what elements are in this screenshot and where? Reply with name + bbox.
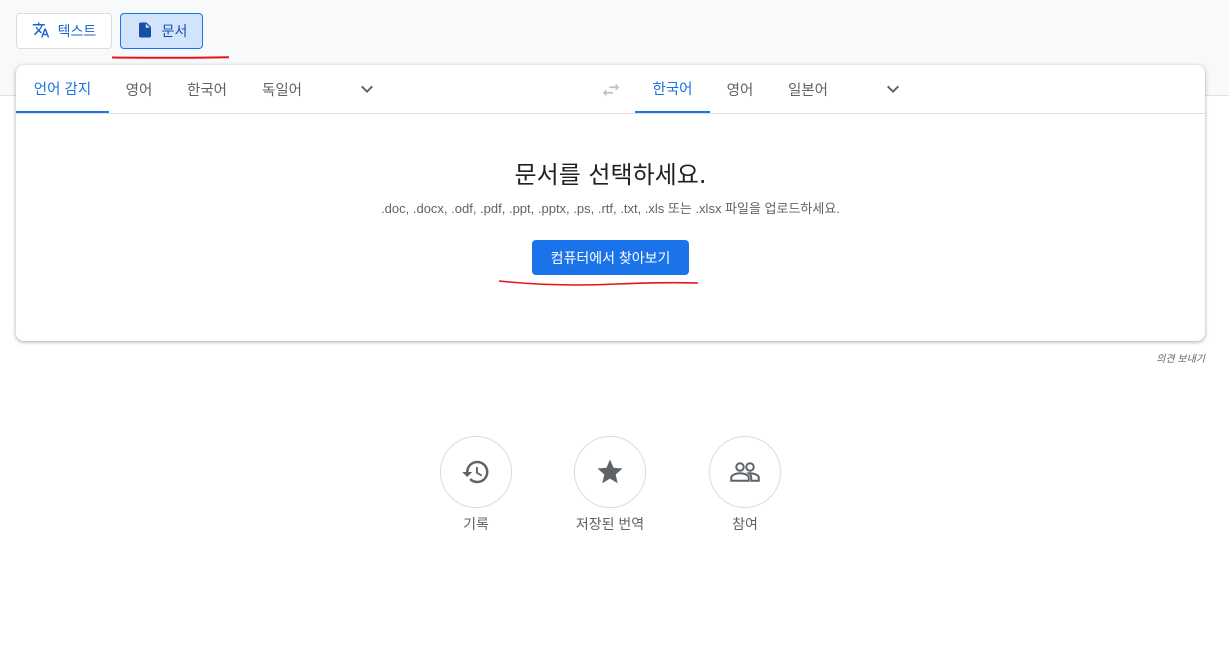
document-icon	[136, 21, 154, 42]
history-button[interactable]	[440, 436, 512, 508]
source-lang-tab[interactable]: 한국어	[169, 65, 245, 113]
contribute-button[interactable]	[709, 436, 781, 508]
source-lang-tab[interactable]: 영어	[109, 65, 169, 113]
text-mode-button[interactable]: 텍스트	[16, 13, 112, 49]
chevron-down-icon[interactable]	[881, 77, 905, 101]
quick-action-contribute: 참여	[709, 436, 781, 532]
translate-icon	[32, 21, 50, 42]
red-annotation-underline	[111, 56, 230, 59]
source-lang-tab[interactable]: 독일어	[245, 65, 319, 113]
translation-card: 언어 감지 영어 한국어 독일어 한국어 영어 일본어 문서를 선택하세요. .…	[16, 65, 1205, 341]
saved-translations-label: 저장된 번역	[575, 516, 645, 532]
contribute-label: 참여	[732, 516, 758, 532]
page-title: 문서를 선택하세요.	[514, 161, 707, 189]
star-icon	[597, 459, 623, 484]
quick-action-history: 기록	[440, 436, 512, 532]
text-mode-label: 텍스트	[57, 23, 97, 39]
file-types-description: .doc, .docx, .odf, .pdf, .ppt, .pptx, .p…	[381, 201, 840, 216]
history-label: 기록	[463, 516, 489, 532]
target-lang-tab[interactable]: 영어	[710, 65, 770, 113]
target-lang-tab[interactable]: 한국어	[635, 65, 710, 113]
swap-languages-icon[interactable]	[600, 79, 622, 101]
red-annotation-underline	[498, 280, 699, 286]
document-mode-button[interactable]: 문서	[120, 13, 203, 49]
language-bar: 언어 감지 영어 한국어 독일어 한국어 영어 일본어	[16, 65, 1205, 114]
history-icon	[462, 460, 489, 484]
browse-computer-button[interactable]: 컴퓨터에서 찾아보기	[532, 240, 689, 275]
saved-translations-button[interactable]	[574, 436, 646, 508]
chevron-down-icon[interactable]	[355, 77, 379, 101]
source-lang-tab[interactable]: 언어 감지	[16, 65, 109, 113]
document-mode-label: 문서	[161, 23, 188, 39]
target-lang-tab[interactable]: 일본어	[770, 65, 846, 113]
quick-action-saved: 저장된 번역	[574, 436, 646, 532]
people-icon	[730, 462, 760, 482]
send-feedback-link[interactable]: 의견 보내기	[1156, 350, 1205, 365]
